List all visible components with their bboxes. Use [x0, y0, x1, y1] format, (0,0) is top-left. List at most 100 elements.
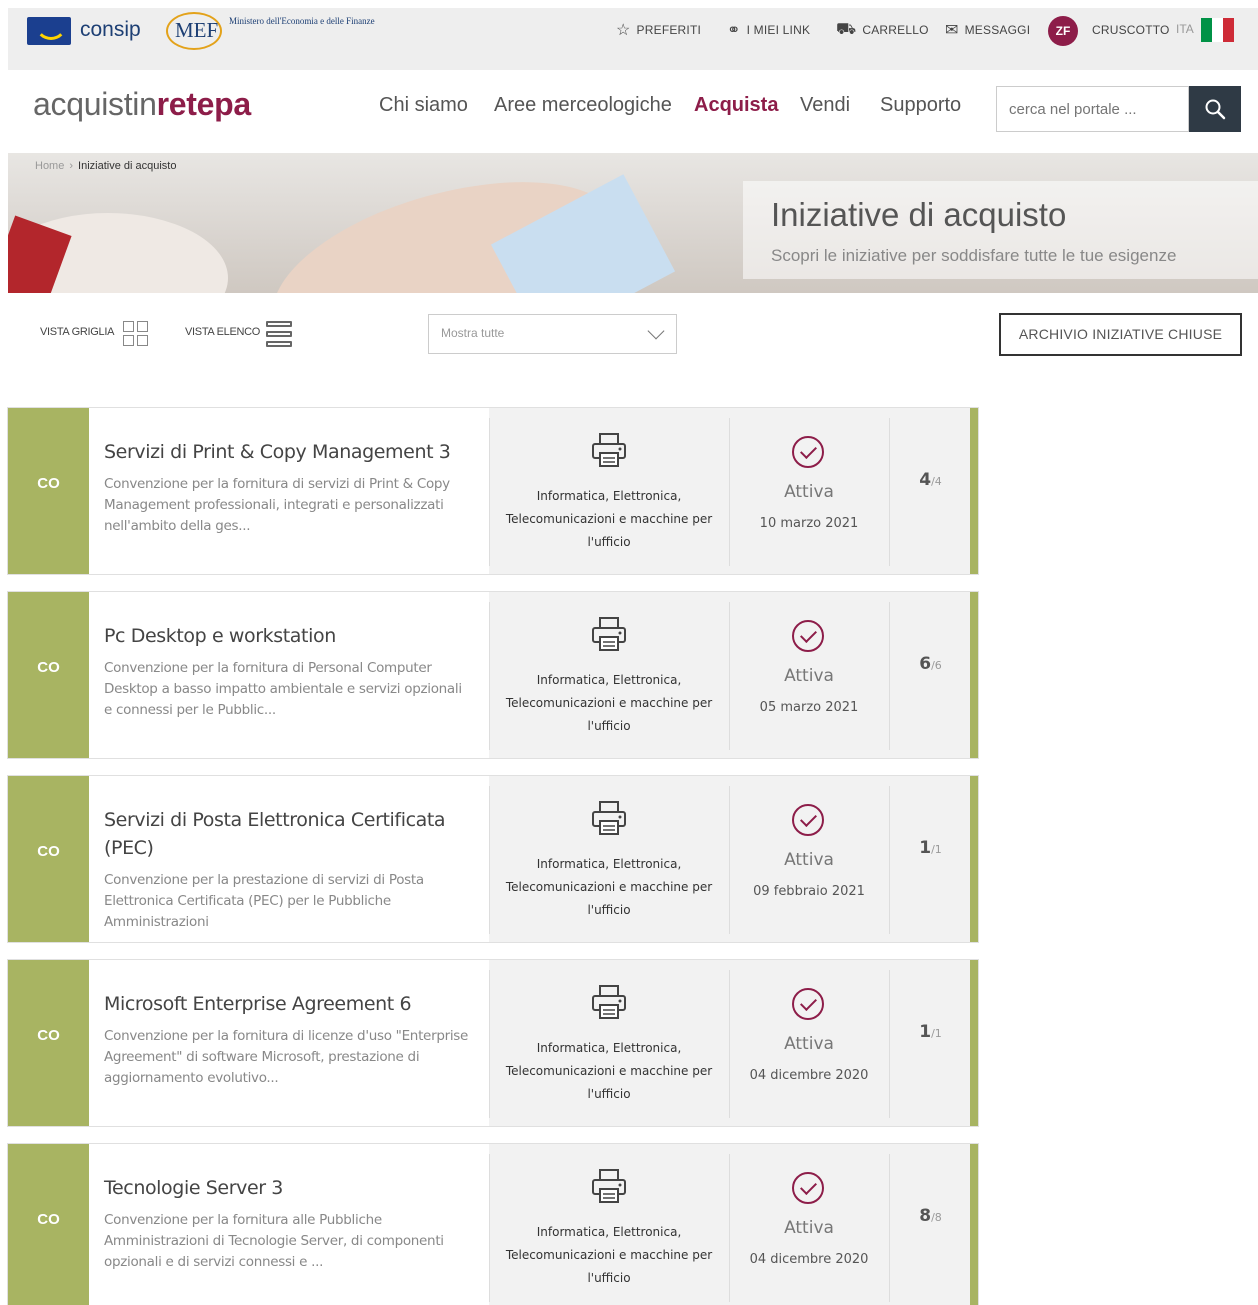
column-divider	[889, 1154, 890, 1302]
printer-icon	[592, 433, 626, 467]
activation-date: 10 marzo 2021	[759, 516, 859, 531]
user-avatar[interactable]: ZF	[1048, 16, 1078, 46]
initiative-category: Informatica, Elettronica, Telecomunicazi…	[489, 776, 729, 942]
consip-logo[interactable]: consip	[80, 18, 141, 42]
initiative-info: Tecnologie Server 3 Convenzione per la f…	[89, 1144, 489, 1305]
language-selector[interactable]: ITA	[1176, 22, 1194, 36]
initiative-description: Convenzione per la fornitura di licenze …	[104, 1028, 469, 1086]
filter-select-value: Mostra tutte	[441, 326, 505, 340]
nav-supporto[interactable]: Supporto	[880, 94, 961, 117]
lots-count: 6/6	[889, 654, 972, 674]
initiative-info: Servizi di Print & Copy Management 3 Con…	[89, 408, 489, 574]
link-icon: ⚭	[727, 22, 741, 39]
filter-select[interactable]: Mostra tutte	[428, 314, 677, 354]
initiative-row[interactable]: CO Tecnologie Server 3 Convenzione per l…	[7, 1143, 979, 1305]
column-divider	[889, 602, 890, 750]
grid-icon[interactable]	[123, 321, 149, 347]
cart-icon: ⛟	[836, 21, 857, 38]
favorites-label: PREFERITI	[636, 23, 702, 37]
initiative-description: Convenzione per la prestazione di serviz…	[104, 872, 424, 930]
lots-total: /4	[931, 475, 942, 488]
lots-count: 1/1	[889, 838, 972, 858]
lots-count: 1/1	[889, 1022, 972, 1042]
page-title: Iniziative di acquisto	[771, 196, 1067, 233]
brand-part-1: acquistin	[33, 86, 157, 122]
category-label: Informatica, Elettronica, Telecomunicazi…	[505, 1225, 713, 1285]
category-label: Informatica, Elettronica, Telecomunicazi…	[505, 673, 713, 733]
cart-link[interactable]: ⛟ CARRELLO	[836, 20, 929, 40]
search-input[interactable]	[996, 86, 1189, 132]
flag-stripe-red	[1223, 18, 1234, 42]
grid-icon-cell	[137, 335, 148, 346]
italian-flag-icon[interactable]	[1201, 18, 1234, 42]
archive-closed-initiatives-button[interactable]: ARCHIVIO INIZIATIVE CHIUSE	[999, 313, 1242, 356]
check-circle-icon	[792, 436, 824, 468]
initiative-description: Convenzione per la fornitura alle Pubbli…	[104, 1212, 444, 1270]
brand-part-2: rete	[156, 86, 215, 122]
column-divider	[889, 970, 890, 1118]
my-links-link[interactable]: ⚭ I MIEI LINK	[727, 20, 810, 40]
flag-stripe-green	[1201, 18, 1212, 42]
row-accent-bar	[970, 1144, 978, 1305]
initiative-status: Attiva 04 dicembre 2020	[729, 1144, 889, 1305]
initiative-title[interactable]: Microsoft Enterprise Agreement 6	[104, 990, 473, 1018]
initiative-type-tag: CO	[8, 960, 89, 1126]
initiative-title[interactable]: Servizi di Posta Elettronica Certificata…	[104, 806, 473, 862]
messages-link[interactable]: ✉ MESSAGGI	[945, 20, 1030, 40]
initiative-title[interactable]: Tecnologie Server 3	[104, 1174, 473, 1202]
initiative-info: Servizi di Posta Elettronica Certificata…	[89, 776, 489, 942]
lots-active: 1	[919, 838, 932, 858]
initiative-row[interactable]: CO Servizi di Print & Copy Management 3 …	[7, 407, 979, 575]
lots-active: 4	[919, 470, 932, 490]
grid-view-button[interactable]: VISTA GRIGLIA	[40, 326, 114, 338]
list-icon[interactable]	[266, 321, 292, 347]
page-subtitle: Scopri le iniziative per soddisfare tutt…	[771, 246, 1177, 265]
nav-vendi[interactable]: Vendi	[800, 94, 850, 117]
initiative-category: Informatica, Elettronica, Telecomunicazi…	[489, 1144, 729, 1305]
category-label: Informatica, Elettronica, Telecomunicazi…	[505, 857, 713, 917]
lots-total: /1	[931, 843, 942, 856]
initiative-category: Informatica, Elettronica, Telecomunicazi…	[489, 408, 729, 574]
activation-date: 04 dicembre 2020	[749, 1068, 869, 1083]
status-label: Attiva	[784, 482, 834, 502]
row-accent-bar	[970, 776, 978, 942]
initiative-row[interactable]: CO Servizi di Posta Elettronica Certific…	[7, 775, 979, 943]
list-view-button[interactable]: VISTA ELENCO	[185, 326, 260, 338]
initiative-row[interactable]: CO Microsoft Enterprise Agreement 6 Conv…	[7, 959, 979, 1127]
nav-aree-merceologiche[interactable]: Aree merceologiche	[494, 94, 672, 117]
row-accent-bar	[970, 960, 978, 1126]
messages-label: MESSAGGI	[964, 23, 1031, 37]
envelope-icon: ✉	[945, 22, 959, 39]
breadcrumb-home[interactable]: Home	[35, 160, 64, 172]
search-button[interactable]	[1189, 86, 1241, 132]
nav-chi-siamo[interactable]: Chi siamo	[379, 94, 468, 117]
initiative-category: Informatica, Elettronica, Telecomunicazi…	[489, 592, 729, 758]
mef-logo[interactable]: MEF	[175, 18, 218, 43]
star-icon: ☆	[616, 22, 631, 39]
mef-ministry-text: Ministero dell'Economia e delle Finanze	[229, 16, 375, 26]
activation-date: 04 dicembre 2020	[749, 1252, 869, 1267]
check-circle-icon	[792, 620, 824, 652]
nav-acquista[interactable]: Acquista	[694, 94, 778, 117]
initiative-description: Convenzione per la fornitura di Personal…	[104, 660, 462, 718]
lots-count: 8/8	[889, 1206, 972, 1226]
printer-icon	[592, 985, 626, 1019]
category-label: Informatica, Elettronica, Telecomunicazi…	[505, 1041, 713, 1101]
grid-icon-cell	[123, 321, 134, 332]
site-logo[interactable]: acquistinretepa	[33, 86, 251, 123]
status-label: Attiva	[784, 666, 834, 686]
row-accent-bar	[970, 408, 978, 574]
lots-count: 4/4	[889, 470, 972, 490]
status-label: Attiva	[784, 1218, 834, 1238]
initiative-title[interactable]: Servizi di Print & Copy Management 3	[104, 438, 473, 466]
printer-icon	[592, 1169, 626, 1203]
dashboard-link[interactable]: CRUSCOTTO	[1092, 20, 1170, 40]
favorites-link[interactable]: ☆ PREFERITI	[616, 20, 701, 40]
initiative-row[interactable]: CO Pc Desktop e workstation Convenzione …	[7, 591, 979, 759]
eu-flag-logo	[27, 17, 71, 45]
check-circle-icon	[792, 1172, 824, 1204]
lots-total: /8	[931, 1211, 942, 1224]
initiative-title[interactable]: Pc Desktop e workstation	[104, 622, 473, 650]
initiative-category: Informatica, Elettronica, Telecomunicazi…	[489, 960, 729, 1126]
status-label: Attiva	[784, 1034, 834, 1054]
